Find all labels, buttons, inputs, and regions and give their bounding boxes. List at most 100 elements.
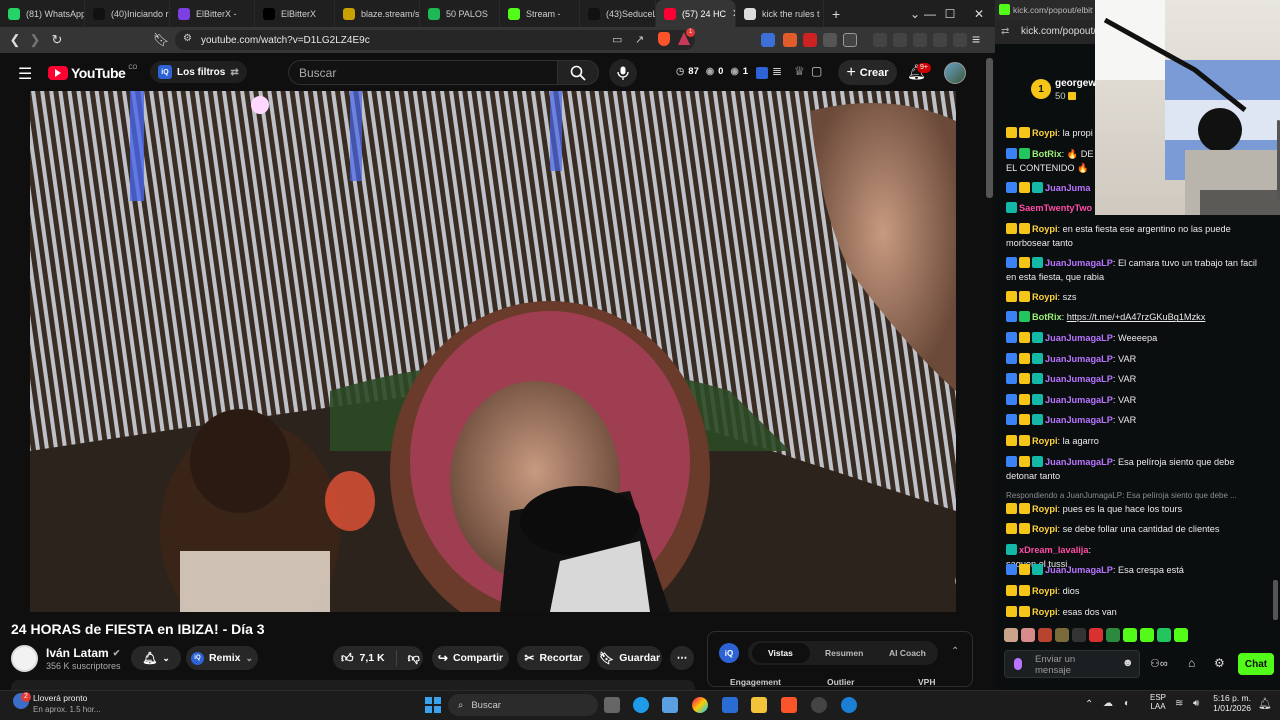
store-icon[interactable] <box>662 697 678 713</box>
maximize-button[interactable]: ☐ <box>935 0 965 27</box>
chat-username[interactable]: JuanJumagaLP <box>1045 374 1113 384</box>
chat-gift-icon[interactable]: ⌂ <box>1188 656 1195 670</box>
chat-mic-icon[interactable] <box>1014 658 1022 670</box>
more-actions-button[interactable]: ⋯ <box>670 646 694 670</box>
chat-username[interactable]: xDream_lavalija <box>1019 545 1088 555</box>
chat-link[interactable]: https://t.me/+dA47rzGKuBg1Mzkx <box>1067 312 1206 322</box>
app-icon-b[interactable] <box>841 697 857 713</box>
channel-name-row[interactable]: Iván Latam ✔︎ <box>46 646 120 660</box>
reading-list-icon[interactable] <box>913 33 927 47</box>
emote-icon[interactable] <box>1106 628 1120 642</box>
puzzle-extension-icon[interactable] <box>823 33 837 47</box>
chat-username[interactable]: Roypi <box>1032 586 1058 596</box>
vidiq-stats[interactable]: ◷ 87 ◉ 0 ◉ 1 <box>676 66 748 77</box>
emote-icon[interactable] <box>1157 628 1171 642</box>
close-window-button[interactable]: ✕ <box>964 0 994 27</box>
kick-window-scrollbar[interactable] <box>1273 580 1278 620</box>
remix-button[interactable]: iQ Remix ⌄ <box>186 646 258 670</box>
extension-icon-a[interactable] <box>783 33 797 47</box>
dislike-button[interactable]: 👎︎ <box>408 651 420 666</box>
chat-username[interactable]: JuanJumagaLP <box>1045 354 1113 364</box>
chat-username[interactable]: JuanJumagaLP <box>1045 395 1113 405</box>
youtube-logo[interactable]: YouTube CO <box>48 65 137 81</box>
like-button[interactable]: 👍︎ 7,1 K <box>341 651 385 666</box>
tray-icon-a[interactable]: ☁ <box>1103 698 1113 709</box>
avatar[interactable] <box>944 62 966 84</box>
share-button[interactable]: ↪ Compartir <box>432 646 509 670</box>
browser-tab[interactable]: (57) 24 HC✕ <box>656 0 736 27</box>
chat-username[interactable]: SaemTwentyTwo <box>1019 203 1092 213</box>
chat-username[interactable]: Roypi <box>1032 524 1058 534</box>
filters-button[interactable]: iQ Los filtros ⇄ <box>150 61 247 83</box>
kick-tune-icon[interactable]: ⇄ <box>1001 26 1009 37</box>
create-button[interactable]: + Crear <box>838 60 897 85</box>
clock[interactable]: 5:16 p. m. 1/01/2026 <box>1211 693 1251 713</box>
emote-icon[interactable] <box>1004 628 1018 642</box>
tray-icon-b[interactable]: ◐ <box>1124 698 1130 709</box>
chat-users-icon[interactable]: ⚇∞ <box>1150 657 1168 670</box>
chat-input[interactable]: Enviar un mensaje ☻ <box>1004 650 1140 678</box>
sidebar-icon[interactable] <box>893 33 907 47</box>
notification-center-icon[interactable]: 🔔︎ <box>1258 697 1272 710</box>
browser-tab[interactable]: Stream - <box>500 0 580 27</box>
tab-resumen[interactable]: Resumen <box>825 648 863 658</box>
emoji-icon[interactable]: ☻ <box>1122 657 1134 669</box>
install-icon[interactable]: ▭ <box>612 33 622 46</box>
edge-icon[interactable] <box>633 697 649 713</box>
chat-username[interactable]: Roypi <box>1032 436 1058 446</box>
new-tab-button[interactable]: + <box>832 6 840 22</box>
chat-username[interactable]: JuanJumagaLP <box>1045 457 1113 467</box>
forward-icon[interactable]: ❯ <box>25 30 45 50</box>
chat-username[interactable]: Roypi <box>1032 292 1058 302</box>
hamburger-menu-icon[interactable]: ☰ <box>18 64 32 84</box>
browser-tab[interactable]: 50 PALOS <box>420 0 500 27</box>
tab-vistas[interactable]: Vistas <box>768 648 793 658</box>
collapse-chevron-icon[interactable]: ⌃ <box>951 646 959 657</box>
emote-icon[interactable] <box>1174 628 1188 642</box>
brave-shield-icon[interactable] <box>658 32 670 46</box>
address-bar[interactable]: ⚙︎ youtube.com/watch?v=D1LG2LZ4E9c ▭ ↗ 1 <box>175 28 695 50</box>
trophy-icon[interactable]: ♕ <box>794 64 805 78</box>
emote-icon[interactable] <box>1140 628 1154 642</box>
browser-tab[interactable]: (40)Iniciando r <box>85 0 170 27</box>
extension-icon-c[interactable] <box>843 33 857 47</box>
weather-title[interactable]: Lloverá pronto <box>33 693 87 703</box>
bookmark-icon[interactable]: 🔖︎ <box>151 30 171 50</box>
leo-icon[interactable] <box>933 33 947 47</box>
site-info-icon[interactable]: ⚙︎ <box>183 33 192 44</box>
chat-settings-icon[interactable]: ⚙︎ <box>1214 656 1225 670</box>
browser-tab[interactable]: blaze.stream/s <box>335 0 420 27</box>
browser-tab[interactable]: ElBitterX - <box>170 0 255 27</box>
browser-tab[interactable]: (81) WhatsApp <box>0 0 85 27</box>
taskbar-search[interactable]: ⌕ Buscar <box>448 694 598 716</box>
channel-avatar[interactable] <box>11 645 38 672</box>
volume-icon[interactable]: 🔊︎ <box>1193 698 1199 709</box>
chat-username[interactable]: JuanJumagaLP <box>1045 565 1113 575</box>
vidiq-icon[interactable] <box>756 67 768 79</box>
emote-icon[interactable] <box>1123 628 1137 642</box>
chat-username[interactable]: Roypi <box>1032 128 1058 138</box>
subscribed-bell-button[interactable]: 🔔︎ ⌄ <box>131 646 181 670</box>
media-icon[interactable] <box>873 33 887 47</box>
chat-username[interactable]: Roypi <box>1032 504 1058 514</box>
brave-taskbar-icon[interactable] <box>781 697 797 713</box>
chat-username[interactable]: Roypi <box>1032 224 1058 234</box>
chat-username[interactable]: JuanJumagaLP <box>1045 258 1113 268</box>
page-scrollbar[interactable] <box>986 58 993 198</box>
chat-username[interactable]: JuanJuma <box>1045 183 1090 193</box>
app-icon-a[interactable] <box>811 697 827 713</box>
back-icon[interactable]: ❮ <box>5 30 25 50</box>
chat-ext-icon[interactable]: ▢ <box>811 64 822 78</box>
list-icon[interactable]: ≣ <box>772 64 782 78</box>
chat-username[interactable]: JuanJumagaLP <box>1045 415 1113 425</box>
description-box[interactable] <box>11 680 695 690</box>
copilot-icon[interactable] <box>692 697 708 713</box>
outlook-icon[interactable] <box>722 697 738 713</box>
chat-username[interactable]: BotRix <box>1032 149 1062 159</box>
vpn-icon[interactable] <box>953 33 967 47</box>
search-input[interactable]: Buscar <box>288 60 558 85</box>
menu-icon[interactable]: ≡ <box>972 31 980 47</box>
emote-icon[interactable] <box>1021 628 1035 642</box>
emote-icon[interactable] <box>1089 628 1103 642</box>
save-button[interactable]: 🔖︎ Guardar <box>597 646 662 670</box>
